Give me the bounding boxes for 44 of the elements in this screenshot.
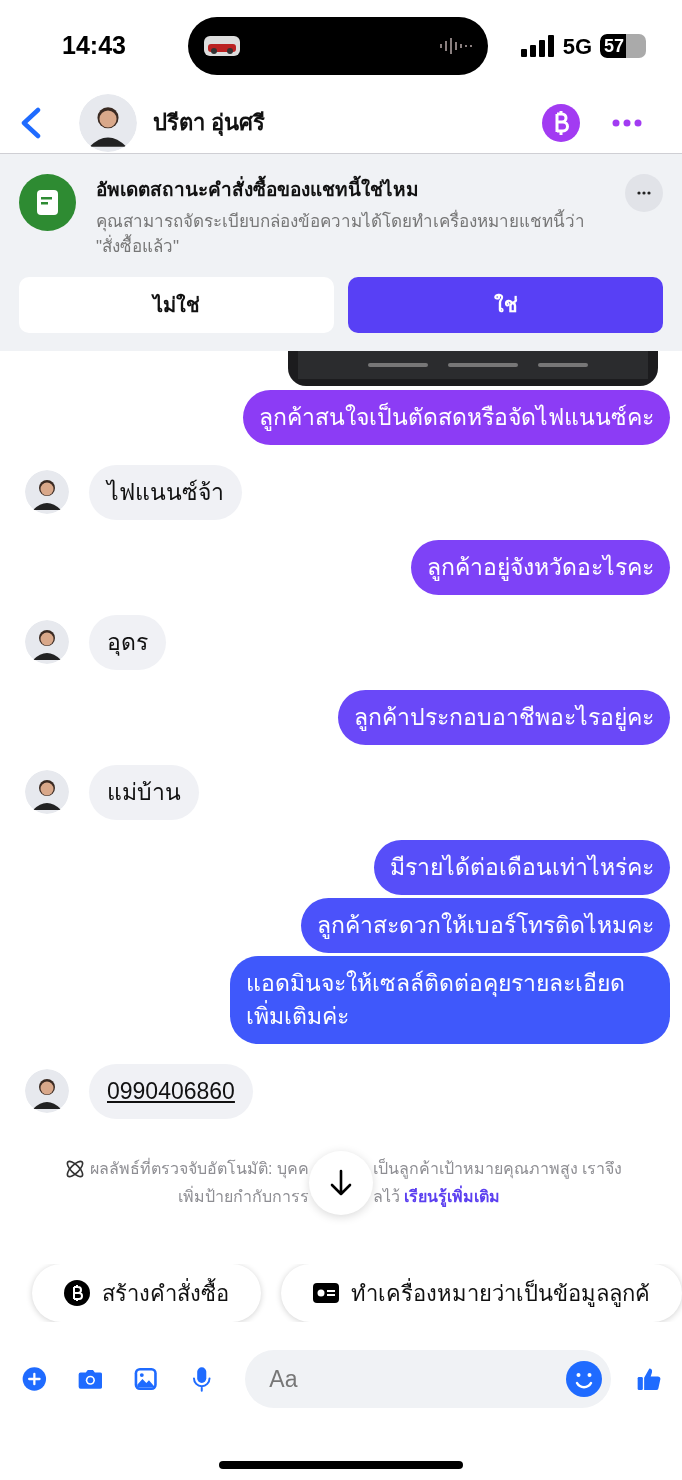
baht-coin-icon[interactable] [542,103,580,142]
contact-avatar [79,93,137,152]
confirm-button[interactable]: ใช่ [348,276,663,333]
notice-text: ลไว้ [373,1186,400,1207]
down-arrow-icon [329,1168,353,1197]
sent-message: ลูกค้าอยู่จังหวัดอะไรคะ [411,539,670,595]
banner-description: คุณสามารถจัดระเบียบกล่องข้อความได้โดยทำเครื่องหมายแชทนี้ว่า "สั่งซื้อแล้ว" [96,208,586,258]
received-message: แม่บ้าน [89,764,199,820]
contact-name[interactable]: ปรีตา อุ่นศรี [153,106,266,139]
phone-number-link[interactable]: 0990406860 [89,1063,253,1119]
received-message: ไฟแนนซ์จ้า [89,464,242,520]
banner-title: อัพเดตสถานะคำสั่งซื้อของแชทนี้ใช่ไหม [96,176,605,205]
decline-button[interactable]: ไม่ใช่ [19,276,334,333]
more-options-icon[interactable] [612,118,642,127]
message-input[interactable]: Aa [269,1361,566,1397]
emoji-icon[interactable] [565,1360,604,1398]
sent-message: ลูกค้าประกอบอาชีพอะไรอยู่คะ [338,689,670,745]
document-icon [19,174,76,231]
sent-message: ลูกค้าสนใจเป็นตัดสดหรือจัดไฟแนนซ์คะ [243,389,670,445]
sent-message: แอดมินจะให้เซลล์ติดต่อคุยรายละเอียดเพิ่มเติมค่ะ [230,955,670,1044]
sender-avatar [25,470,69,514]
more-options-icon [637,191,651,195]
quick-action-chip[interactable]: สร้างคำสั่งซื้อ [32,1264,261,1322]
baht-coin-icon [64,1280,90,1306]
sender-avatar [25,770,69,814]
received-message: อุดร [89,614,166,670]
scroll-down-button[interactable] [309,1150,373,1215]
sender-avatar [25,1069,69,1113]
signal-icon [520,35,555,57]
notice-text: ผลลัพธ์ที่ตรวจจับอัตโนมัติ: บุคค [90,1157,309,1181]
notice-text: เพิ่มป้ายกำกับการร [178,1185,309,1207]
sent-message: ลูกค้าสะดวกให้เบอร์โทรติดไหมคะ [301,897,670,953]
network-label: 5G [562,32,592,61]
sent-message: มีรายได้ต่อเดือนเท่าไหร่คะ [374,839,670,895]
clock-time: 14:43 [62,30,127,62]
more-options-button[interactable] [625,174,663,212]
battery-indicator: 57 [600,34,646,58]
learn-more-link[interactable]: เรียนรู้เพิ่มเติม [404,1182,500,1211]
audio-wave-icon [440,38,472,54]
id-card-icon [313,1283,339,1303]
notice-text: เป็นลูกค้าเป้าหมายคุณภาพสูง เราจึง [373,1157,623,1181]
message-field[interactable]: Aa [245,1350,612,1408]
quick-action-chip[interactable]: ทำเครื่องหมายว่าเป็นข้อมูลลูกค้ [281,1264,682,1322]
sender-avatar [25,620,69,664]
